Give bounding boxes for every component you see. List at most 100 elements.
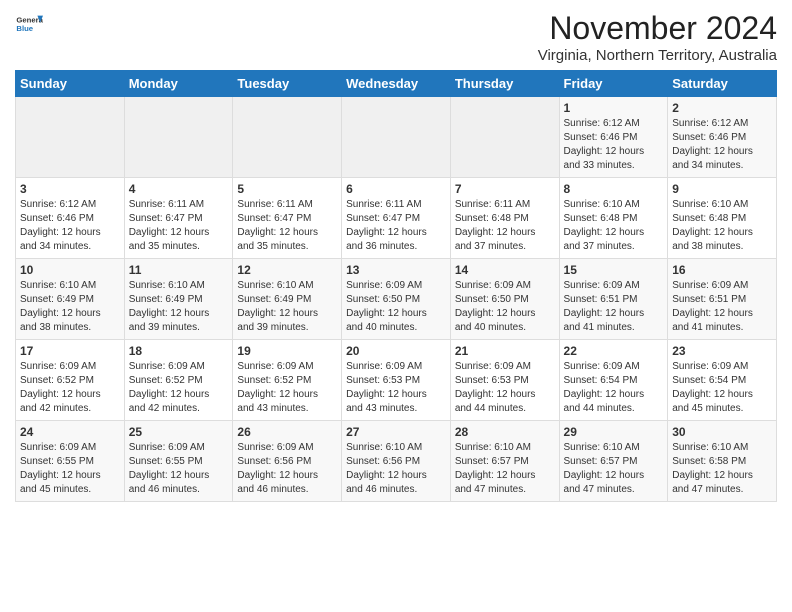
day-info: Sunrise: 6:12 AM Sunset: 6:46 PM Dayligh… [564,117,664,173]
day-cell: 8 Sunrise: 6:10 AM Sunset: 6:48 PM Daylig… [559,178,668,259]
day-info: Sunrise: 6:10 AM Sunset: 6:56 PM Dayligh… [346,441,446,497]
day-info: Sunrise: 6:10 AM Sunset: 6:58 PM Dayligh… [672,441,772,497]
col-header-wednesday: Wednesday [342,71,451,97]
day-cell: 19 Sunrise: 6:09 AM Sunset: 6:52 PM Dayli… [233,340,342,421]
day-cell: 26Sunrise: 6:09 AM Sunset: 6:56 PM Dayli… [233,421,342,502]
day-number: 21 [455,344,555,358]
day-info: Sunrise: 6:10 AM Sunset: 6:57 PM Dayligh… [564,441,664,497]
day-info: Sunrise: 6:12 AM Sunset: 6:46 PM Dayligh… [672,117,772,173]
day-number: 28 [455,425,555,439]
day-number: 24 [20,425,120,439]
day-cell: 11Sunrise: 6:10 AM Sunset: 6:49 PM Dayli… [124,259,233,340]
day-info: Sunrise: 6:12 AM Sunset: 6:46 PM Dayligh… [20,198,120,254]
day-number: 25 [129,425,229,439]
day-cell: 20 Sunrise: 6:09 AM Sunset: 6:53 PM Dayli… [342,340,451,421]
day-cell: 24 Sunrise: 6:09 AM Sunset: 6:55 PM Dayli… [16,421,125,502]
day-info: Sunrise: 6:11 AM Sunset: 6:47 PM Dayligh… [129,198,229,254]
day-number: 5 [237,182,337,196]
day-info: Sunrise: 6:09 AM Sunset: 6:53 PM Dayligh… [346,360,446,416]
day-cell: 16 Sunrise: 6:09 AM Sunset: 6:51 PM Dayli… [668,259,777,340]
day-cell: 22Sunrise: 6:09 AM Sunset: 6:54 PM Dayli… [559,340,668,421]
day-cell [342,97,451,178]
day-cell: 7 Sunrise: 6:11 AM Sunset: 6:48 PM Daylig… [450,178,559,259]
day-cell: 4 Sunrise: 6:11 AM Sunset: 6:47 PM Daylig… [124,178,233,259]
header: General Blue November 2024 Virginia, Nor… [15,10,777,64]
day-cell: 9 Sunrise: 6:10 AM Sunset: 6:48 PM Daylig… [668,178,777,259]
day-cell: 10 Sunrise: 6:10 AM Sunset: 6:49 PM Dayli… [16,259,125,340]
day-number: 20 [346,344,446,358]
day-number: 10 [20,263,120,277]
col-header-thursday: Thursday [450,71,559,97]
day-cell: 2 Sunrise: 6:12 AM Sunset: 6:46 PM Daylig… [668,97,777,178]
day-number: 14 [455,263,555,277]
day-cell: 15Sunrise: 6:09 AM Sunset: 6:51 PM Dayli… [559,259,668,340]
day-cell: 12Sunrise: 6:10 AM Sunset: 6:49 PM Dayli… [233,259,342,340]
day-cell [450,97,559,178]
day-number: 30 [672,425,772,439]
day-number: 13 [346,263,446,277]
day-cell [124,97,233,178]
day-number: 2 [672,101,772,115]
day-info: Sunrise: 6:11 AM Sunset: 6:47 PM Dayligh… [237,198,337,254]
day-cell: 29 Sunrise: 6:10 AM Sunset: 6:57 PM Dayli… [559,421,668,502]
week-row-5: 24 Sunrise: 6:09 AM Sunset: 6:55 PM Dayli… [16,421,777,502]
day-number: 27 [346,425,446,439]
col-header-sunday: Sunday [16,71,125,97]
col-header-friday: Friday [559,71,668,97]
day-cell: 5 Sunrise: 6:11 AM Sunset: 6:47 PM Daylig… [233,178,342,259]
day-info: Sunrise: 6:10 AM Sunset: 6:49 PM Dayligh… [20,279,120,335]
subtitle: Virginia, Northern Territory, Australia [538,47,777,64]
svg-text:Blue: Blue [16,24,33,33]
day-number: 12 [237,263,337,277]
day-info: Sunrise: 6:10 AM Sunset: 6:48 PM Dayligh… [672,198,772,254]
day-cell: 1Sunrise: 6:12 AM Sunset: 6:46 PM Daylig… [559,97,668,178]
day-cell: 13 Sunrise: 6:09 AM Sunset: 6:50 PM Dayli… [342,259,451,340]
day-cell [233,97,342,178]
day-info: Sunrise: 6:10 AM Sunset: 6:57 PM Dayligh… [455,441,555,497]
day-number: 3 [20,182,120,196]
day-cell: 23Sunrise: 6:09 AM Sunset: 6:54 PM Dayli… [668,340,777,421]
day-cell: 30 Sunrise: 6:10 AM Sunset: 6:58 PM Dayli… [668,421,777,502]
day-cell: 25 Sunrise: 6:09 AM Sunset: 6:55 PM Dayli… [124,421,233,502]
day-number: 18 [129,344,229,358]
day-info: Sunrise: 6:11 AM Sunset: 6:47 PM Dayligh… [346,198,446,254]
week-row-2: 3 Sunrise: 6:12 AM Sunset: 6:46 PM Daylig… [16,178,777,259]
day-number: 8 [564,182,664,196]
day-info: Sunrise: 6:09 AM Sunset: 6:51 PM Dayligh… [672,279,772,335]
day-cell: 3 Sunrise: 6:12 AM Sunset: 6:46 PM Daylig… [16,178,125,259]
day-number: 29 [564,425,664,439]
day-number: 7 [455,182,555,196]
day-number: 19 [237,344,337,358]
col-header-monday: Monday [124,71,233,97]
col-header-tuesday: Tuesday [233,71,342,97]
day-info: Sunrise: 6:09 AM Sunset: 6:50 PM Dayligh… [346,279,446,335]
day-cell: 6 Sunrise: 6:11 AM Sunset: 6:47 PM Daylig… [342,178,451,259]
week-row-1: 1Sunrise: 6:12 AM Sunset: 6:46 PM Daylig… [16,97,777,178]
day-cell: 17Sunrise: 6:09 AM Sunset: 6:52 PM Dayli… [16,340,125,421]
logo: General Blue [15,10,43,38]
day-info: Sunrise: 6:11 AM Sunset: 6:48 PM Dayligh… [455,198,555,254]
day-cell [16,97,125,178]
day-number: 23 [672,344,772,358]
logo-icon: General Blue [15,10,43,38]
main-title: November 2024 [538,10,777,47]
day-cell: 21Sunrise: 6:09 AM Sunset: 6:53 PM Dayli… [450,340,559,421]
day-number: 16 [672,263,772,277]
day-number: 15 [564,263,664,277]
calendar-table: SundayMondayTuesdayWednesdayThursdayFrid… [15,70,777,502]
day-number: 9 [672,182,772,196]
day-info: Sunrise: 6:09 AM Sunset: 6:55 PM Dayligh… [129,441,229,497]
day-number: 6 [346,182,446,196]
col-header-saturday: Saturday [668,71,777,97]
day-number: 4 [129,182,229,196]
header-row: SundayMondayTuesdayWednesdayThursdayFrid… [16,71,777,97]
day-info: Sunrise: 6:09 AM Sunset: 6:55 PM Dayligh… [20,441,120,497]
week-row-3: 10 Sunrise: 6:10 AM Sunset: 6:49 PM Dayli… [16,259,777,340]
day-number: 22 [564,344,664,358]
day-cell: 18 Sunrise: 6:09 AM Sunset: 6:52 PM Dayli… [124,340,233,421]
day-number: 11 [129,263,229,277]
day-cell: 27 Sunrise: 6:10 AM Sunset: 6:56 PM Dayli… [342,421,451,502]
day-info: Sunrise: 6:10 AM Sunset: 6:48 PM Dayligh… [564,198,664,254]
day-info: Sunrise: 6:09 AM Sunset: 6:52 PM Dayligh… [129,360,229,416]
day-info: Sunrise: 6:09 AM Sunset: 6:52 PM Dayligh… [237,360,337,416]
